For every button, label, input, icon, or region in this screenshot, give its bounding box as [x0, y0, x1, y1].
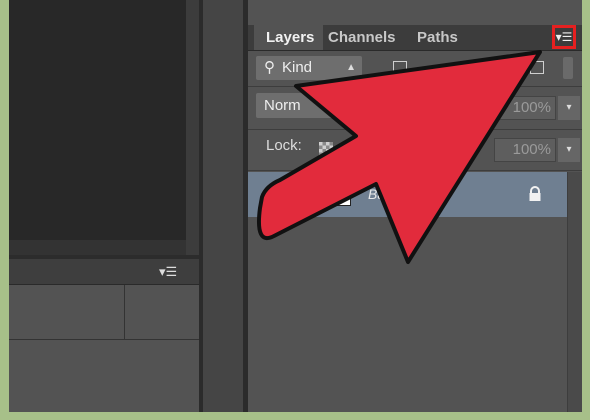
red-arrow-icon	[257, 50, 542, 264]
pointer-arrow-overlay	[257, 50, 542, 264]
